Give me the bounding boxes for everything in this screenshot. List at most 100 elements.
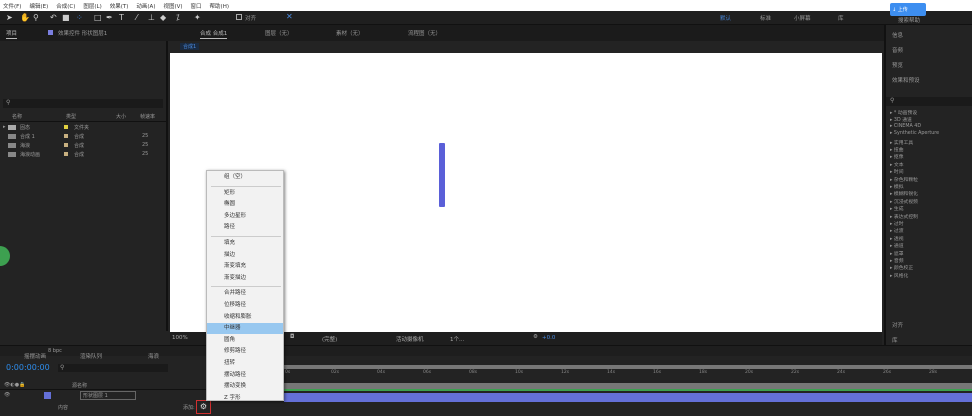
- panel-info[interactable]: 信息: [892, 31, 903, 39]
- timeline-search-input[interactable]: ⚲: [58, 364, 168, 372]
- effect-category[interactable]: ▸ 3D 通道: [890, 116, 912, 123]
- menu-item[interactable]: 扭转: [207, 358, 283, 369]
- effect-category[interactable]: ▸ 实用工具: [890, 139, 913, 146]
- effect-category[interactable]: ▸ 扭曲: [890, 146, 904, 153]
- pen-tool-icon[interactable]: ✒: [106, 13, 113, 23]
- menu-item[interactable]: 摆动变换: [207, 381, 283, 392]
- tab-layer[interactable]: 图层（无）: [265, 29, 293, 37]
- timecode[interactable]: 0:00:00:00: [6, 363, 50, 372]
- effect-category[interactable]: ▸ 通道: [890, 242, 904, 249]
- layer-name[interactable]: 形状图层 1: [80, 391, 136, 400]
- menu-item[interactable]: 矩形: [207, 188, 283, 199]
- tab-flowchart[interactable]: 流程图（无）: [408, 29, 441, 37]
- text-tool-icon[interactable]: T: [119, 13, 124, 23]
- menu-item[interactable]: 修剪路径: [207, 346, 283, 357]
- menu-file[interactable]: 文件(F): [3, 2, 21, 10]
- project-item[interactable]: ▸ 固态 文件夹: [0, 124, 166, 133]
- work-area-bar[interactable]: [284, 365, 972, 369]
- menu-item[interactable]: 描边: [207, 250, 283, 261]
- menu-animation[interactable]: 动画(A): [136, 2, 155, 10]
- snap-options-icon[interactable]: ✕: [286, 12, 293, 21]
- floating-green-button[interactable]: [0, 246, 10, 266]
- menu-effect[interactable]: 效果(T): [110, 2, 129, 10]
- settings-icon[interactable]: ⚙: [533, 334, 538, 340]
- layer-duration-bar[interactable]: [284, 393, 972, 402]
- bpc-label[interactable]: 8 bpc: [48, 348, 62, 354]
- snapshot-icon[interactable]: ◘: [290, 334, 294, 340]
- menu-window[interactable]: 窗口: [191, 2, 202, 10]
- panel-preview[interactable]: 预览: [892, 61, 903, 69]
- selection-tool-icon[interactable]: ➤: [6, 13, 13, 23]
- effect-category[interactable]: ▸ 模拟: [890, 183, 904, 190]
- workspace-library[interactable]: 库: [838, 14, 844, 22]
- effect-category[interactable]: ▸ 模糊和锐化: [890, 190, 918, 197]
- effect-category[interactable]: ▸ Synthetic Aperture: [890, 131, 939, 136]
- tab-waves[interactable]: 海浪: [148, 352, 159, 360]
- puppet-tool-icon[interactable]: ✦: [194, 13, 201, 23]
- menu-layer[interactable]: 图层(L): [83, 2, 101, 10]
- menu-edit[interactable]: 编辑(E): [29, 2, 48, 10]
- menu-item[interactable]: 中继器: [207, 323, 283, 335]
- menu-item[interactable]: 收缩和膨胀: [207, 312, 283, 323]
- effect-category[interactable]: ▸ 生成: [890, 205, 904, 212]
- menu-item[interactable]: 摆动路径: [207, 370, 283, 381]
- menu-item[interactable]: 椭圆: [207, 199, 283, 210]
- brush-tool-icon[interactable]: ⁄: [136, 13, 137, 23]
- workspace-standard[interactable]: 标准: [760, 14, 771, 22]
- menu-item[interactable]: 多边星形: [207, 211, 283, 222]
- col-size[interactable]: 大小: [116, 113, 126, 120]
- effect-category[interactable]: ▸ CINEMA 4D: [890, 124, 921, 129]
- eraser-tool-icon[interactable]: ◆: [160, 13, 166, 23]
- tab-wiggle-anim[interactable]: 摇摆动画: [24, 352, 46, 360]
- menu-item[interactable]: 合并路径: [207, 288, 283, 299]
- effect-category[interactable]: ▸ * 动画预设: [890, 109, 917, 116]
- workspace-default[interactable]: 默认: [720, 14, 731, 22]
- rotate-tool-icon[interactable]: ↶: [50, 13, 57, 23]
- camera-tool-icon[interactable]: ■: [62, 13, 70, 23]
- resolution-select[interactable]: (完整): [322, 335, 337, 343]
- menu-item[interactable]: 位移路径: [207, 300, 283, 311]
- search-help-label[interactable]: 搜索帮助: [898, 16, 920, 24]
- tab-composition[interactable]: 合成 合成1: [200, 29, 228, 39]
- menu-item[interactable]: 圆角: [207, 335, 283, 346]
- effect-category[interactable]: ▸ 时间: [890, 168, 904, 175]
- effect-category[interactable]: ▸ 表达式控制: [890, 213, 918, 220]
- stamp-tool-icon[interactable]: ⊥: [148, 13, 155, 23]
- panel-align[interactable]: 对齐: [892, 321, 903, 329]
- effect-category[interactable]: ▸ 遮罩: [890, 250, 904, 257]
- effects-search-input[interactable]: ⚲: [886, 97, 972, 106]
- pan-behind-tool-icon[interactable]: ⁘: [76, 13, 83, 23]
- effect-category[interactable]: ▸ 文本: [890, 161, 904, 168]
- effect-category[interactable]: ▸ 过时: [890, 220, 904, 227]
- roto-brush-icon[interactable]: ⁒: [176, 13, 180, 23]
- effect-category[interactable]: ▸ 沉浸式视频: [890, 198, 918, 205]
- snap-checkbox[interactable]: [236, 14, 242, 20]
- effect-category[interactable]: ▸ 过渡: [890, 227, 904, 234]
- panel-library[interactable]: 库: [892, 336, 898, 344]
- menu-item[interactable]: 渐变描边: [207, 273, 283, 284]
- cloud-upload-badge[interactable]: ↓ 上传: [890, 3, 926, 16]
- panel-effects-presets[interactable]: 效果和预设: [892, 76, 920, 84]
- shape-layer-path[interactable]: [439, 143, 445, 207]
- camera-select[interactable]: 活动摄像机: [396, 335, 424, 343]
- workspace-small-screen[interactable]: 小屏幕: [794, 14, 811, 22]
- project-item[interactable]: 合成 1 合成 25: [0, 133, 166, 142]
- effect-category[interactable]: ▸ 抠像: [890, 153, 904, 160]
- rectangle-tool-icon[interactable]: □: [94, 13, 102, 23]
- menu-item[interactable]: Z 字形: [207, 393, 283, 404]
- views-select[interactable]: 1个...: [450, 335, 464, 343]
- visibility-icon[interactable]: 👁: [4, 392, 10, 398]
- exposure-value[interactable]: +0.0: [542, 335, 555, 341]
- project-item[interactable]: 海浪动画 合成 25: [0, 151, 166, 160]
- effect-category[interactable]: ▸ 音频: [890, 257, 904, 264]
- project-item[interactable]: 海浪 合成 25: [0, 142, 166, 151]
- effect-category[interactable]: ▸ 透视: [890, 235, 904, 242]
- menu-item[interactable]: 组（空）: [207, 172, 283, 183]
- col-type[interactable]: 类型: [66, 113, 76, 120]
- effect-category[interactable]: ▸ 杂色和颗粒: [890, 176, 918, 183]
- panel-audio[interactable]: 音频: [892, 46, 903, 54]
- tab-footage[interactable]: 素材（无）: [336, 29, 364, 37]
- tab-render-queue[interactable]: 渲染队列: [80, 352, 102, 360]
- menu-item[interactable]: 路径: [207, 222, 283, 233]
- col-fps[interactable]: 帧速率: [140, 113, 155, 120]
